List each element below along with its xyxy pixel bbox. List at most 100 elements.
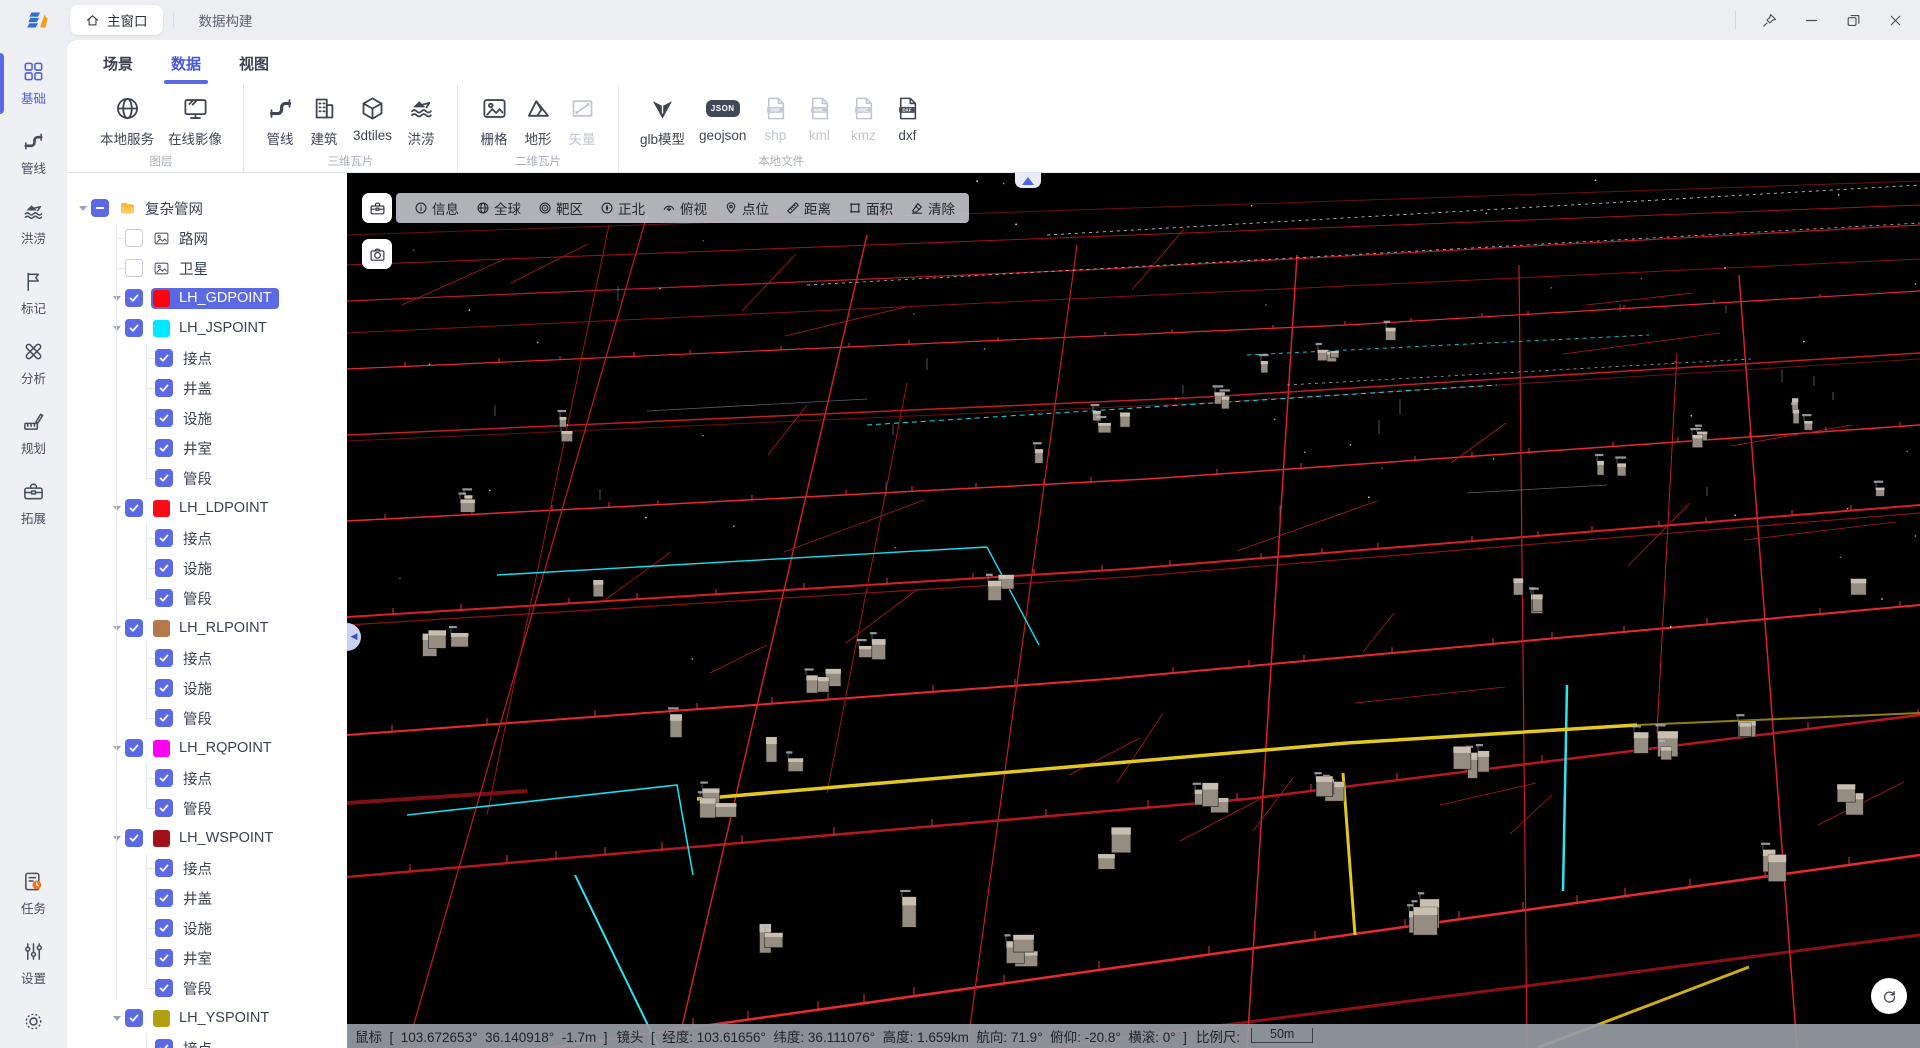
viewport-tool-global[interactable]: 全球 bbox=[476, 198, 521, 218]
tree-row-LH_RQPOINT-segment[interactable]: 管段 bbox=[67, 793, 347, 823]
tree-row-main[interactable]: 接点 bbox=[181, 766, 219, 791]
tree-row-road-network[interactable]: 路网 bbox=[67, 223, 347, 253]
tree-row-LH_YSPOINT[interactable]: LH_YSPOINT bbox=[67, 1003, 347, 1033]
checkbox[interactable] bbox=[155, 799, 173, 817]
tree-row-LH_LDPOINT[interactable]: LH_LDPOINT bbox=[67, 493, 347, 523]
checkbox[interactable] bbox=[125, 499, 143, 517]
tree-row-LH_LDPOINT-segment[interactable]: 管段 bbox=[67, 583, 347, 613]
checkbox[interactable] bbox=[125, 319, 143, 337]
tree-row-main[interactable]: 接点 bbox=[181, 346, 219, 371]
tree-row-LH_JSPOINT[interactable]: LH_JSPOINT bbox=[67, 313, 347, 343]
checkbox[interactable] bbox=[125, 739, 143, 757]
checkbox[interactable] bbox=[155, 949, 173, 967]
pin-button[interactable] bbox=[1748, 0, 1790, 40]
ribbon-tab-data[interactable]: 数据 bbox=[171, 53, 201, 84]
tree-row-LH_LDPOINT-facility[interactable]: 设施 bbox=[67, 553, 347, 583]
tree-row-main[interactable]: 复杂管网 bbox=[117, 196, 210, 221]
tree-row-LH_WSPOINT-chamber[interactable]: 井室 bbox=[67, 943, 347, 973]
viewport-tool-distance[interactable]: 距离 bbox=[786, 198, 831, 218]
tree-row-main[interactable]: 设施 bbox=[181, 406, 219, 431]
caret-down-icon[interactable] bbox=[109, 506, 125, 511]
tree-row-LH_RLPOINT[interactable]: LH_RLPOINT bbox=[67, 613, 347, 643]
tree-row-main[interactable]: 接点 bbox=[181, 526, 219, 551]
tree-row-main[interactable]: LH_GDPOINT bbox=[151, 288, 279, 309]
caret-down-icon[interactable] bbox=[109, 296, 125, 301]
viewport-tool-point-position[interactable]: 点位 bbox=[724, 198, 769, 218]
tree-row-main[interactable]: 路网 bbox=[151, 226, 215, 251]
tree-row-LH_RQPOINT[interactable]: LH_RQPOINT bbox=[67, 733, 347, 763]
tree-row-LH_WSPOINT-segment[interactable]: 管段 bbox=[67, 973, 347, 1003]
restore-button[interactable] bbox=[1832, 0, 1874, 40]
checkbox[interactable] bbox=[125, 289, 143, 307]
tree-row-LH_WSPOINT-node[interactable]: 接点 bbox=[67, 853, 347, 883]
checkbox[interactable] bbox=[155, 409, 173, 427]
sidebar-item-theme[interactable] bbox=[0, 1002, 67, 1041]
ribbon-tab-scene[interactable]: 场景 bbox=[103, 53, 133, 84]
sidebar-item-pipeline[interactable]: 管线 bbox=[0, 122, 67, 185]
ribbon-item-pipeline-tiles[interactable]: 管线 bbox=[258, 93, 302, 148]
refresh-button[interactable] bbox=[1871, 978, 1907, 1014]
checkbox[interactable] bbox=[155, 439, 173, 457]
window-tab-main-window[interactable]: 主窗口 bbox=[70, 5, 163, 35]
ribbon-item-kml[interactable]: KMLkml bbox=[797, 93, 841, 143]
ribbon-item-shp[interactable]: SHPshp bbox=[753, 93, 797, 143]
caret-down-icon[interactable] bbox=[109, 1016, 125, 1021]
checkbox[interactable] bbox=[91, 199, 109, 217]
tree-row-main[interactable]: 管段 bbox=[181, 466, 219, 491]
sidebar-item-extension[interactable]: 拓展 bbox=[0, 472, 67, 535]
checkbox[interactable] bbox=[125, 829, 143, 847]
tree-row-main[interactable]: LH_RQPOINT bbox=[151, 738, 279, 759]
checkbox[interactable] bbox=[125, 229, 143, 247]
tree-row-main[interactable]: 管段 bbox=[181, 796, 219, 821]
checkbox[interactable] bbox=[155, 379, 173, 397]
tree-row-main[interactable]: LH_WSPOINT bbox=[151, 828, 280, 849]
viewport-tool-area[interactable]: 面积 bbox=[848, 198, 893, 218]
tree-row-main[interactable]: 井盖 bbox=[181, 886, 219, 911]
checkbox[interactable] bbox=[155, 709, 173, 727]
tree-row-main[interactable]: 井室 bbox=[181, 946, 219, 971]
checkbox[interactable] bbox=[155, 769, 173, 787]
ribbon-item-terrain[interactable]: 地形 bbox=[516, 93, 560, 148]
viewport-tool-clear[interactable]: 清除 bbox=[910, 198, 955, 218]
tree-row-main[interactable]: 设施 bbox=[181, 916, 219, 941]
tree-row-LH_WSPOINT[interactable]: LH_WSPOINT bbox=[67, 823, 347, 853]
checkbox[interactable] bbox=[155, 469, 173, 487]
checkbox[interactable] bbox=[155, 559, 173, 577]
close-button[interactable] bbox=[1874, 0, 1916, 40]
caret-down-icon[interactable] bbox=[109, 836, 125, 841]
ribbon-tab-view[interactable]: 视图 bbox=[239, 53, 269, 84]
tree-row-main[interactable]: 设施 bbox=[181, 556, 219, 581]
minimize-button[interactable] bbox=[1790, 0, 1832, 40]
tree-row-main[interactable]: 卫星 bbox=[151, 256, 215, 281]
ribbon-item-vector[interactable]: 矢量 bbox=[560, 93, 604, 148]
caret-down-icon[interactable] bbox=[75, 206, 91, 211]
checkbox[interactable] bbox=[155, 529, 173, 547]
tree-row-LH_RLPOINT-segment[interactable]: 管段 bbox=[67, 703, 347, 733]
tree-row-main[interactable]: LH_RLPOINT bbox=[151, 618, 275, 639]
tree-row-LH_GDPOINT[interactable]: LH_GDPOINT bbox=[67, 283, 347, 313]
checkbox[interactable] bbox=[155, 859, 173, 877]
checkbox[interactable] bbox=[155, 1039, 173, 1048]
tree-row-LH_RLPOINT-facility[interactable]: 设施 bbox=[67, 673, 347, 703]
tree-row-main[interactable]: 接点 bbox=[181, 646, 219, 671]
tree-row-main[interactable]: 接点 bbox=[181, 856, 219, 881]
window-tab-data-build[interactable]: 数据构建 bbox=[184, 5, 268, 35]
ribbon-item-flood-tiles[interactable]: 洪涝 bbox=[399, 93, 443, 148]
ribbon-item-geojson[interactable]: JSONgeojson bbox=[692, 93, 753, 143]
sidebar-item-flood[interactable]: 洪涝 bbox=[0, 192, 67, 255]
ribbon-item-raster[interactable]: 栅格 bbox=[472, 93, 516, 148]
tree-row-LH_JSPOINT-node[interactable]: 接点 bbox=[67, 343, 347, 373]
sidebar-item-basic[interactable]: 基础 bbox=[0, 52, 67, 115]
viewport-tool-true-north[interactable]: 正北 bbox=[600, 198, 645, 218]
checkbox[interactable] bbox=[125, 259, 143, 277]
checkbox[interactable] bbox=[155, 889, 173, 907]
sidebar-item-settings[interactable]: 设置 bbox=[0, 932, 67, 995]
checkbox[interactable] bbox=[155, 349, 173, 367]
checkbox[interactable] bbox=[155, 979, 173, 997]
sidebar-item-mark[interactable]: 标记 bbox=[0, 262, 67, 325]
map-canvas[interactable] bbox=[347, 173, 1920, 1048]
tree-row-main[interactable]: 接点 bbox=[181, 1036, 219, 1048]
tree-row-LH_RLPOINT-node[interactable]: 接点 bbox=[67, 643, 347, 673]
tree-row-LH_YSPOINT-node[interactable]: 接点 bbox=[67, 1033, 347, 1048]
ribbon-item-local-service[interactable]: 本地服务 bbox=[93, 93, 161, 148]
